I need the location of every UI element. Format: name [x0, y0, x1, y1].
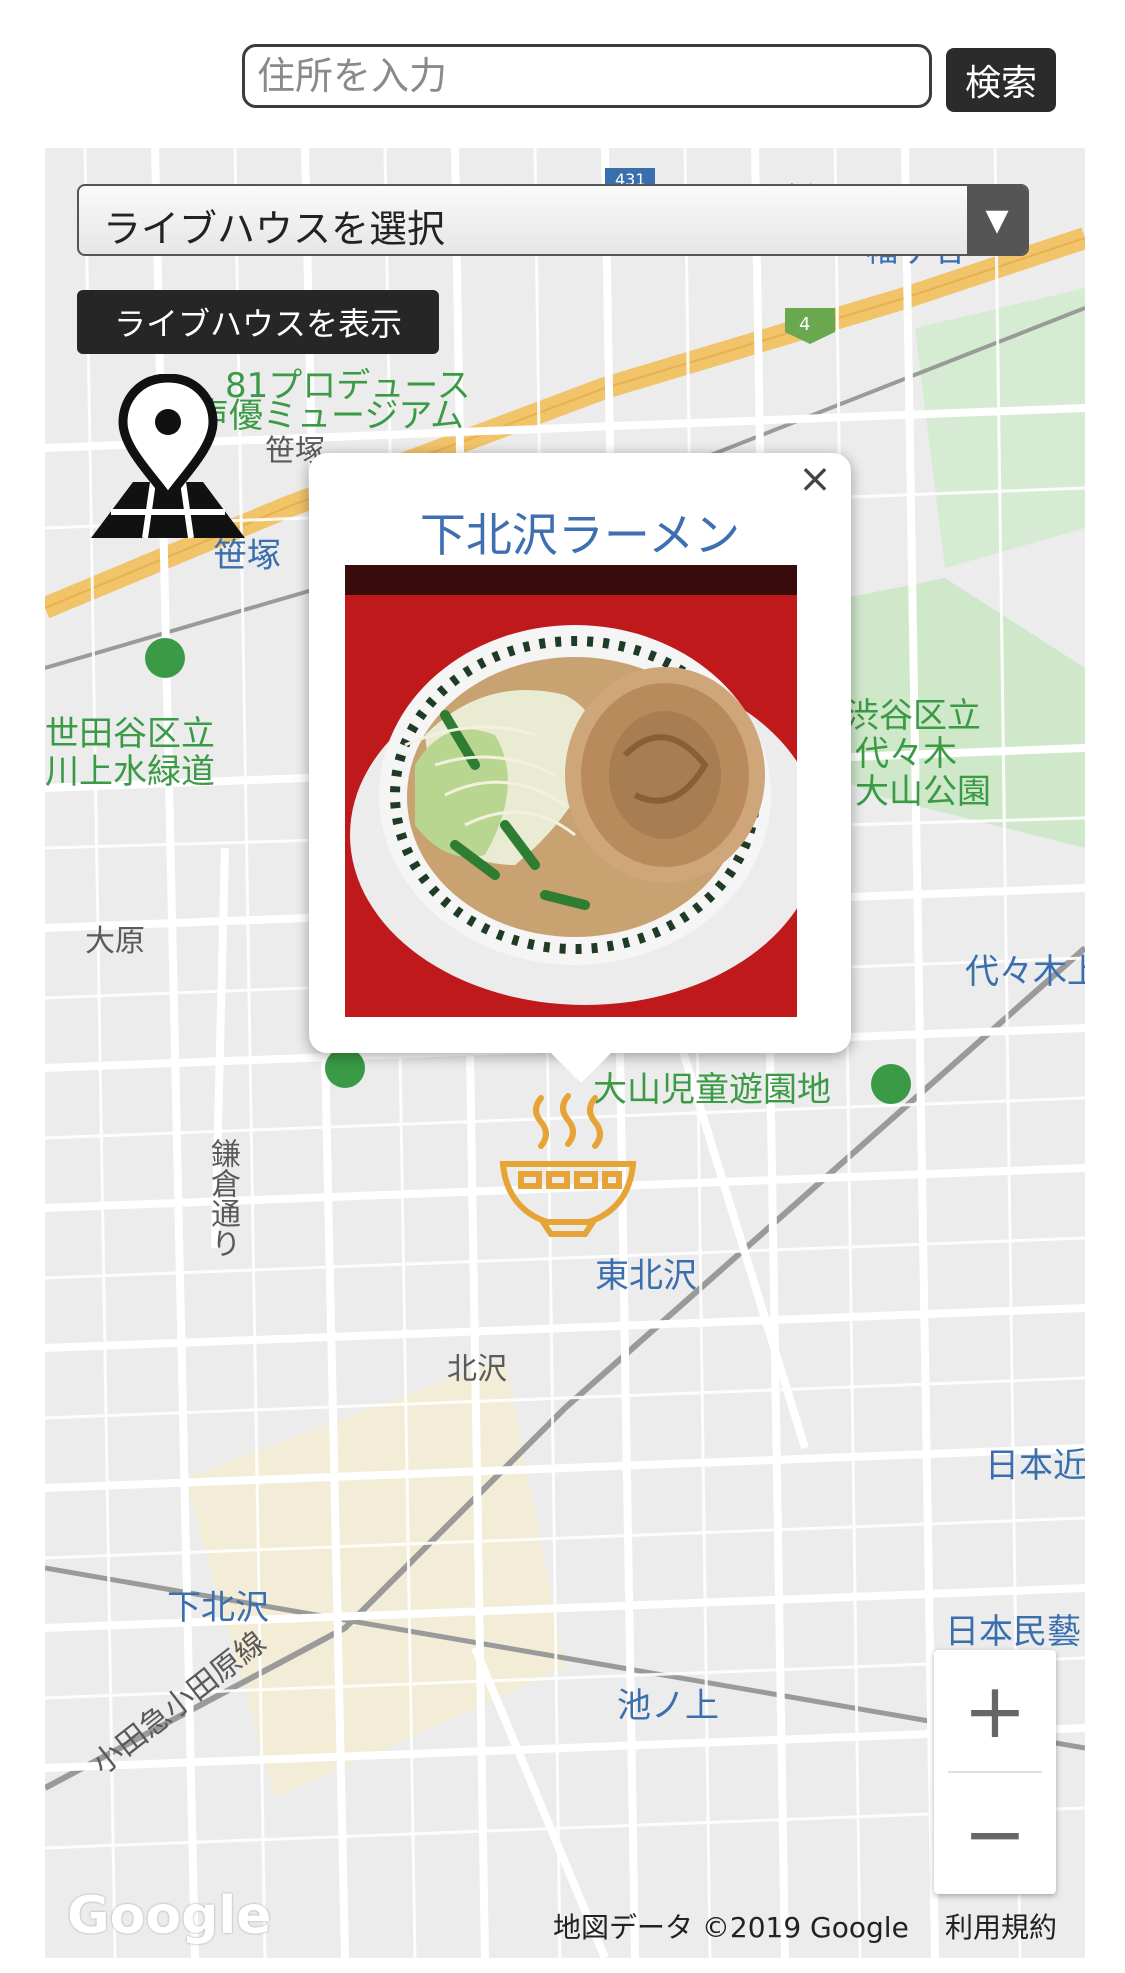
chevron-down-icon[interactable]: ▼: [967, 186, 1027, 254]
search-button[interactable]: 検索: [946, 48, 1056, 112]
search-bar: 検索: [0, 44, 1125, 120]
info-window-title[interactable]: 下北沢ラーメン: [309, 499, 851, 565]
show-livehouse-button[interactable]: ライブハウスを表示: [77, 290, 439, 354]
map-label: 北沢: [447, 1352, 507, 1387]
ramen-bowl-icon[interactable]: [493, 1088, 643, 1238]
info-window-pointer: [549, 1051, 613, 1083]
map-label: 東北沢: [595, 1256, 697, 1296]
google-logo: Google: [67, 1886, 272, 1946]
map-label: 大山公園: [855, 772, 991, 812]
zoom-out-button[interactable]: −: [934, 1773, 1056, 1894]
address-search-input[interactable]: [242, 44, 932, 108]
livehouse-select[interactable]: ライブハウスを選択 ▼: [77, 184, 1029, 256]
map-label: 池ノ上: [617, 1686, 719, 1726]
map-label: 下北沢: [167, 1588, 269, 1628]
map-label: 日本民藝: [945, 1612, 1081, 1652]
zoom-in-button[interactable]: +: [934, 1650, 1056, 1771]
map-attribution: 地図データ ©2019 Google: [553, 1911, 909, 1944]
terms-link[interactable]: 利用規約: [945, 1906, 1057, 1946]
map-label: 鎌倉通り: [205, 1138, 240, 1258]
zoom-control: + −: [934, 1650, 1056, 1894]
map-label: 代々木上: [965, 952, 1085, 992]
livehouse-select-value: ライブハウスを選択: [103, 207, 446, 251]
info-window: × 下北沢ラーメン: [309, 453, 851, 1083]
route-shield-label: 4: [799, 314, 811, 335]
map-pin-grid-icon[interactable]: [73, 373, 263, 544]
map-view[interactable]: 81プロデュース 声優ミュージアム 笹塚 笹塚 幡ヶ谷 幡ヶ谷 世田谷区立 川上…: [45, 148, 1085, 1958]
ramen-photo-image: [345, 565, 797, 1017]
map-label: 川上水緑道: [45, 752, 215, 792]
map-label: 大原: [85, 924, 145, 959]
close-icon[interactable]: ×: [793, 456, 837, 502]
map-label: 日本近: [985, 1446, 1085, 1486]
